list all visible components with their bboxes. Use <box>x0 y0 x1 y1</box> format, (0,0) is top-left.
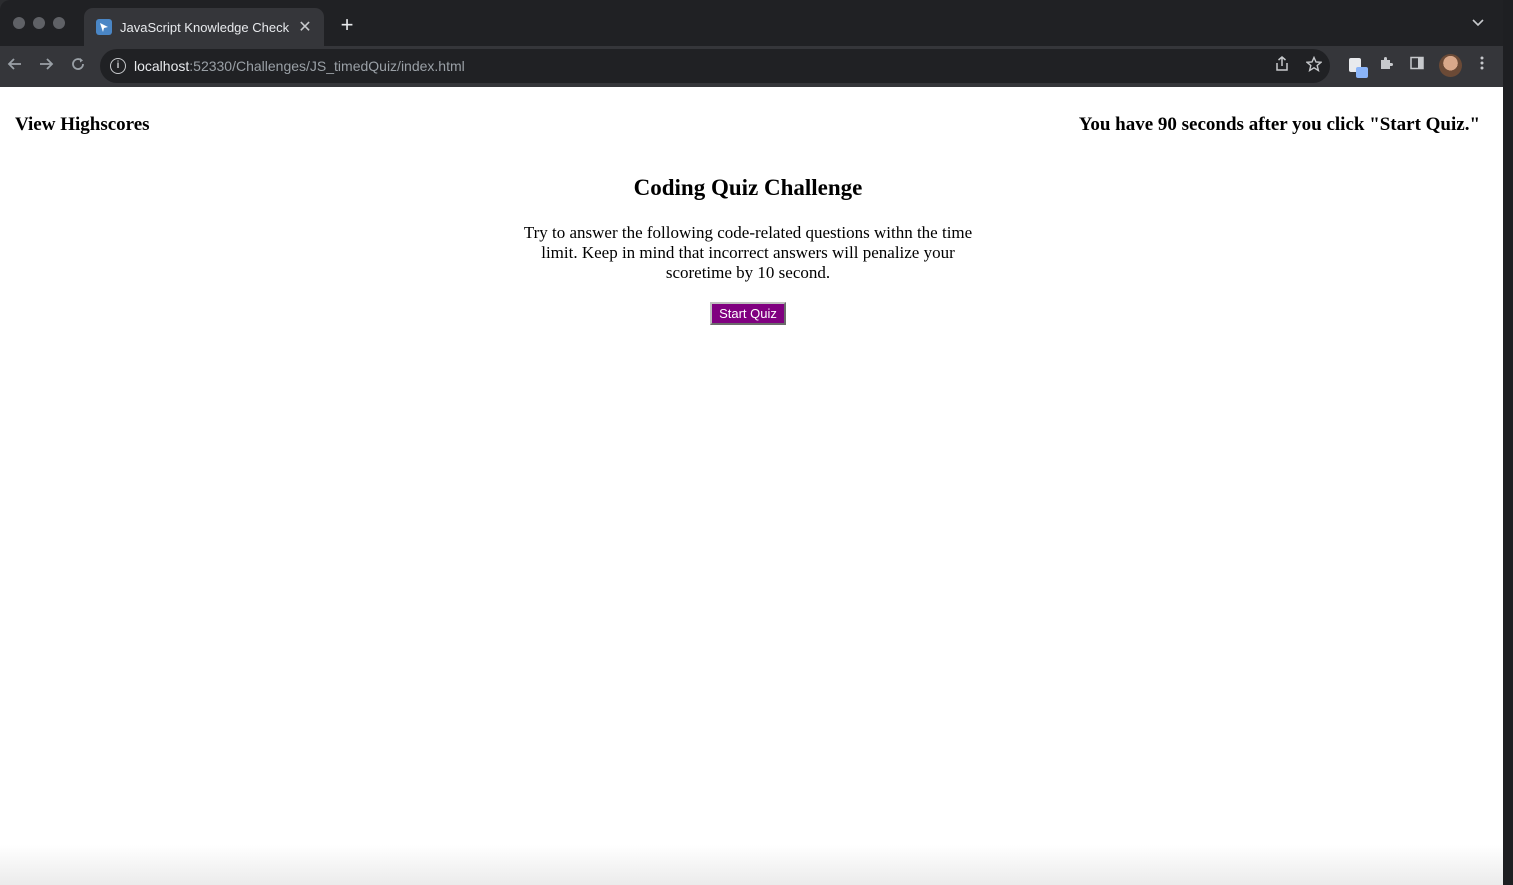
tab-search-chevron-icon[interactable] <box>1472 15 1484 30</box>
quiz-intro-section: Coding Quiz Challenge Try to answer the … <box>0 175 1496 325</box>
browser-toolbar: i localhost :52330/Challenges/JS_timedQu… <box>0 46 1503 87</box>
new-tab-icon[interactable]: + <box>335 13 359 37</box>
bookmark-star-icon[interactable] <box>1304 55 1324 76</box>
extensions-puzzle-icon[interactable] <box>1375 55 1397 77</box>
window-minimize-icon[interactable] <box>33 17 45 29</box>
page-title: Coding Quiz Challenge <box>633 175 863 200</box>
window-edge <box>1503 0 1513 885</box>
browser-menu-icon[interactable] <box>1471 55 1493 77</box>
share-icon[interactable] <box>1272 56 1292 76</box>
extension-badge-icon <box>1356 67 1368 78</box>
reload-icon[interactable] <box>66 54 90 78</box>
bottom-shadow <box>0 845 1503 885</box>
tab-title: JavaScript Knowledge Check <box>120 19 290 35</box>
tab-close-icon[interactable]: ✕ <box>296 17 314 37</box>
address-bar[interactable]: i localhost :52330/Challenges/JS_timedQu… <box>100 49 1330 83</box>
browser-titlebar: JavaScript Knowledge Check ✕ + <box>0 0 1503 46</box>
forward-arrow-icon[interactable] <box>34 54 58 78</box>
profile-avatar[interactable] <box>1439 54 1462 77</box>
window-maximize-icon[interactable] <box>53 17 65 29</box>
site-info-icon[interactable]: i <box>110 58 126 74</box>
page-viewport: View Highscores You have 90 seconds afte… <box>0 87 1503 885</box>
browser-tab[interactable]: JavaScript Knowledge Check ✕ <box>84 8 324 46</box>
url-host: localhost <box>134 58 190 74</box>
side-panel-icon[interactable] <box>1406 55 1428 77</box>
timer-text: You have 90 seconds after you click "Sta… <box>1078 114 1480 135</box>
window-close-icon[interactable] <box>13 17 25 29</box>
start-quiz-button[interactable]: Start Quiz <box>710 302 786 325</box>
quiz-instructions: Try to answer the following code-related… <box>523 223 973 282</box>
favicon-icon <box>96 19 112 35</box>
url-path: :52330/Challenges/JS_timedQuiz/index.htm… <box>189 58 465 74</box>
back-arrow-icon[interactable] <box>3 54 27 78</box>
view-highscores-link[interactable]: View Highscores <box>15 114 150 136</box>
